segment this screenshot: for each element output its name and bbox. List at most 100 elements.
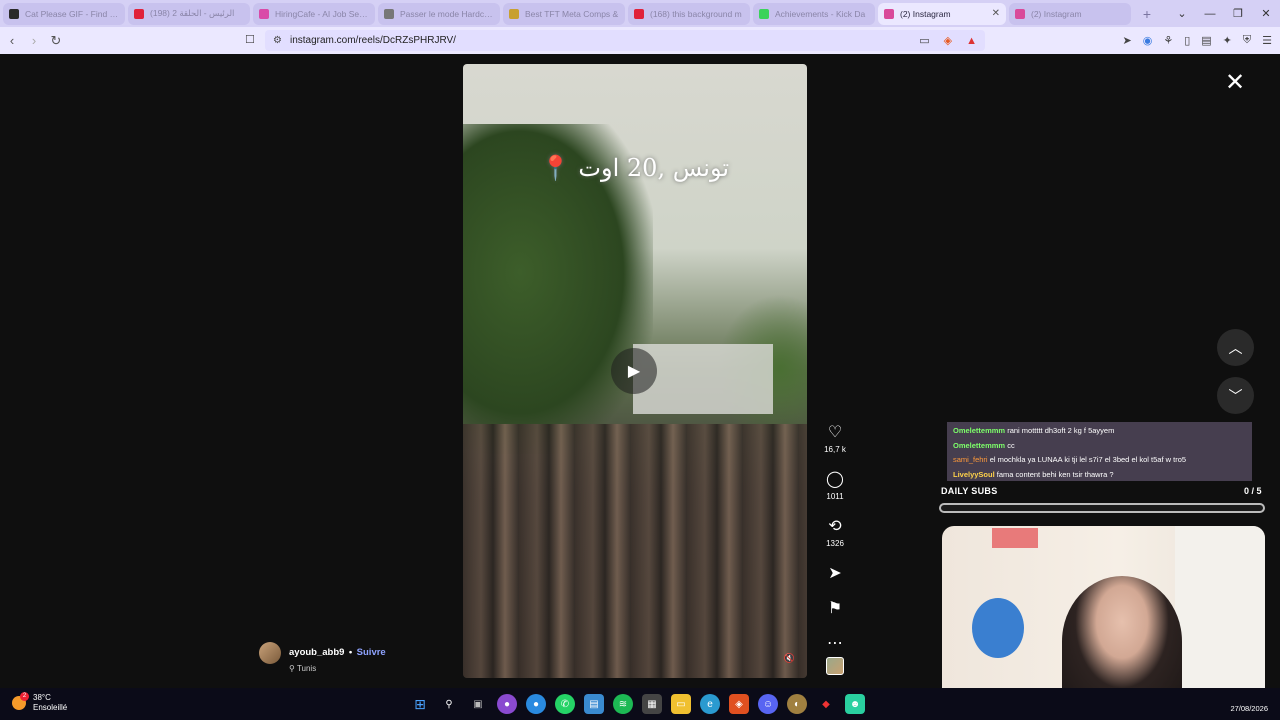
reel-video[interactable]: تونس ,20 اوت 📍 ▶ 🔇 [463,64,807,678]
comment-button[interactable]: ◯ 1011 [817,471,853,501]
discord-icon[interactable]: ☺ [758,694,778,714]
webcam-overlay [942,526,1265,707]
tab-favicon-icon [134,8,144,19]
tab[interactable]: (2) Instagram ✕ [878,2,1006,25]
tab[interactable]: الرئيس - الحلقة 2 (198) [128,2,250,25]
brave-rewards-icon[interactable]: ▲ [966,35,977,47]
notepad-icon[interactable]: ▤ [584,694,604,714]
minimize-button[interactable]: — [1196,8,1224,20]
temperature: 38°C [33,693,51,702]
weather-widget[interactable]: 2 38°C Ensoleillé [12,692,68,713]
search-icon[interactable]: ⚲ [439,694,459,714]
tab-favicon-icon [259,8,269,19]
new-tab-button[interactable]: + [1138,5,1156,23]
whatsapp-icon[interactable]: ✆ [555,694,575,714]
tab-favicon-icon [634,8,644,19]
tab[interactable]: (168) this background m [628,2,750,25]
follow-button[interactable]: Suivre [357,647,386,658]
webcam-window [1175,526,1265,707]
league-icon[interactable]: ◐ [787,694,807,714]
tab-favicon-icon [1015,8,1025,19]
back-button[interactable]: ‹ [2,33,22,48]
mute-button[interactable]: 🔇 [784,653,795,664]
close-reel-button[interactable]: ✕ [1225,71,1245,95]
app-icon[interactable]: ● [526,694,546,714]
play-icon: ▶ [627,363,641,380]
tab[interactable]: Achievements - Kick Da [753,2,875,25]
tab[interactable]: (2) Instagram [1009,2,1131,25]
next-reel-button[interactable]: ﹀ [1217,377,1254,414]
valorant-icon[interactable]: ◆ [816,694,836,714]
file-explorer-icon[interactable]: ▭ [671,694,691,714]
store-icon[interactable]: ▦ [642,694,662,714]
tab-title: Achievements - Kick Da [775,8,866,19]
start-icon[interactable]: ⊞ [410,694,430,714]
window-controls: ⌄ — ❐ ✕ [1168,0,1280,27]
tab-search-icon[interactable]: ⌄ [1168,7,1196,20]
repost-icon: ⟲ [828,518,842,535]
tab-title: Passer le mode Hardcore [400,8,494,19]
audio-thumbnail[interactable] [826,657,844,675]
forward-button[interactable]: › [24,33,44,48]
address-actions: ▭ ◈ ▲ [919,34,977,48]
reload-button[interactable]: ↻ [46,33,66,49]
audio-extension-icon[interactable]: ◉ [1143,34,1153,47]
extensions-icon[interactable]: ⚘ [1163,34,1173,47]
play-button[interactable]: ▶ [611,348,657,394]
reel-location[interactable]: ⚲ Tunis [289,664,386,673]
comment-icon: ◯ [826,471,844,488]
chat-message: Omelettemmm cc [953,439,1246,454]
tab[interactable]: Passer le mode Hardcore [378,2,500,25]
tab-favicon-icon [509,8,519,19]
close-icon: ✕ [1225,69,1246,96]
site-info-icon[interactable]: ⚙ [273,35,282,46]
chat-text: el mochkla ya LUNAA ki tji lel s7i7 el 3… [989,455,1187,464]
tab[interactable]: HiringCafe - AI Job Search [253,2,375,25]
chevron-up-icon: ︿ [1228,339,1243,356]
tab[interactable]: Cat Please GIF - Find & S [3,2,125,25]
tab-close-icon[interactable]: ✕ [992,8,1000,19]
spotify-icon[interactable]: ≋ [613,694,633,714]
cast-icon[interactable]: ▭ [919,34,929,47]
author-username[interactable]: ayoub_abb9 [289,647,344,658]
taskbar: 2 38°C Ensoleillé ⊞ ⚲ ▣ ● ● ✆ ▤ ≋ ▦ ▭ e … [0,688,1280,720]
tab-favicon-icon [759,8,769,19]
tab-title: (2) Instagram [900,8,951,19]
save-button[interactable]: ⚑ [817,600,853,618]
sidebar-icon[interactable]: ▯ [1184,34,1190,47]
edge-icon[interactable]: e [700,694,720,714]
tab[interactable]: Best TFT Meta Comps & [503,2,625,25]
leo-ai-icon[interactable]: ✦ [1223,34,1232,47]
chat-message: Omelettemmm rani mottttt dh3oft 2 kg f 5… [953,424,1246,439]
address-bar[interactable]: ⚙ instagram.com/reels/DcRZsPHRJRV/ ▭ ◈ ▲ [265,30,985,51]
weather-condition: Ensoleillé [33,703,68,712]
cursor-extension-icon[interactable]: ➤ [1122,34,1131,47]
previous-reel-button[interactable]: ︿ [1217,329,1254,366]
menu-icon[interactable]: ☰ [1262,34,1272,47]
clock-date: 27/08/2026 [1230,704,1268,713]
like-button[interactable]: ♡ 16,7 k [817,424,853,454]
tab-title: (168) this background m [650,8,742,19]
avatar[interactable] [259,642,281,664]
more-icon: ⋯ [827,635,843,652]
chatbot-icon[interactable]: ☻ [845,694,865,714]
more-options-button[interactable]: ⋯ [817,635,853,653]
stream-chat: Omelettemmm rani mottttt dh3oft 2 kg f 5… [947,422,1252,481]
task-view-icon[interactable]: ▣ [468,694,488,714]
share-button[interactable]: ➤ [817,565,853,583]
chat-message: sami_fehri el mochkla ya LUNAA ki tji le… [953,453,1246,468]
close-window-button[interactable]: ✕ [1252,7,1280,20]
chat-message: LivelyySoul fama content behi ken tsir t… [953,468,1246,483]
brave-icon[interactable]: ◈ [729,694,749,714]
bookmark-icon[interactable]: ☐ [245,33,255,46]
wallet-icon[interactable]: ▤ [1201,34,1211,47]
author-separator: • [348,647,353,658]
brave-shield-icon[interactable]: ◈ [944,34,952,47]
maximize-button[interactable]: ❐ [1224,7,1252,20]
extensions-area: ➤ ◉ ⚘ ▯ ▤ ✦ ⛨ ☰ [1122,34,1272,47]
vpn-icon[interactable]: ⛨ [1243,34,1251,47]
repost-button[interactable]: ⟲ 1326 [817,518,853,548]
app-icon[interactable]: ● [497,694,517,714]
chat-user: sami_fehri [953,455,988,464]
chevron-down-icon: ﹀ [1228,387,1243,404]
